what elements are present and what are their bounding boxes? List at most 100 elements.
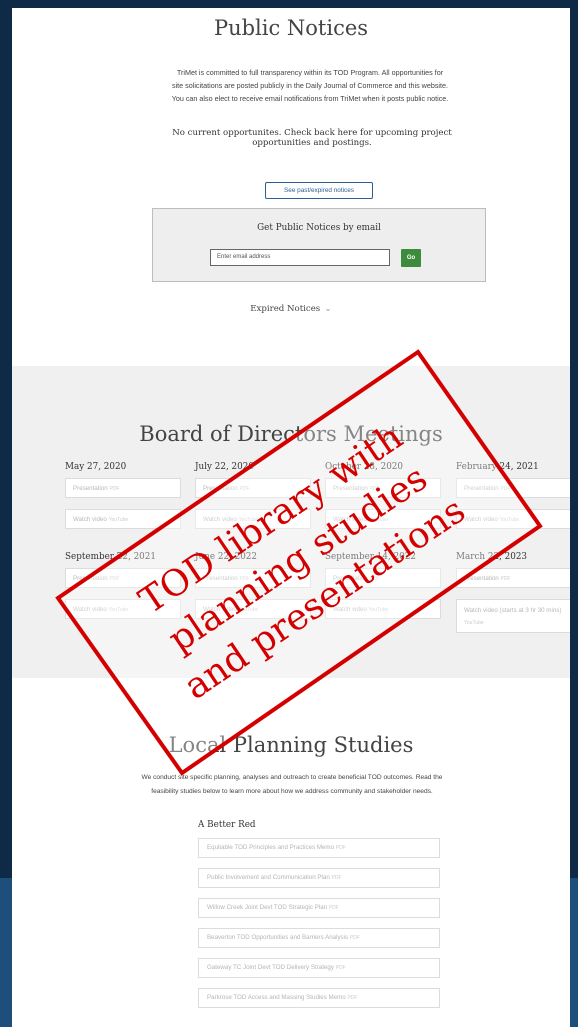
link-text: Watch video <box>203 516 237 523</box>
link-text: Watch video <box>73 516 107 523</box>
link-text: Watch video <box>203 606 237 613</box>
meeting-date: May 27, 2020 <box>65 462 127 472</box>
watch-video-link[interactable]: Watch video YouTube <box>65 509 181 529</box>
pdf-tag: PDF <box>328 905 339 911</box>
pdf-tag: PDF <box>109 486 120 492</box>
pdf-tag: PDF <box>369 486 380 492</box>
watch-video-link[interactable]: Watch video (starts at 3 hr 30 mins) You… <box>456 599 570 633</box>
watch-video-link[interactable]: Watch video YouTube <box>325 509 441 529</box>
presentation-link[interactable]: Presentation PDF <box>65 568 181 588</box>
pdf-tag: PDF <box>349 935 360 941</box>
youtube-tag: YouTube <box>108 517 129 523</box>
no-opportunities-line: No current opportunites. Check back here… <box>172 128 452 138</box>
pdf-tag: PDF <box>109 576 120 582</box>
pdf-tag: PDF <box>239 486 250 492</box>
link-text: Presentation <box>73 485 108 492</box>
presentation-link[interactable]: Presentation PDF <box>325 568 441 588</box>
expired-notices-toggle[interactable]: Expired Notices ⌄ <box>12 304 570 314</box>
email-signup-box: Get Public Notices by email Enter email … <box>152 208 486 282</box>
no-opportunities-line: opportunities and postings. <box>252 138 372 148</box>
presentation-link[interactable]: Presentation PDF <box>456 568 570 588</box>
meeting-date: March 22, 2023 <box>456 552 528 562</box>
frame-left <box>0 0 12 1027</box>
link-text: Presentation <box>333 575 368 582</box>
planning-studies-intro: We conduct site specific planning, analy… <box>96 771 488 799</box>
pdf-tag: PDF <box>500 486 511 492</box>
watch-video-link[interactable]: Watch video YouTube <box>195 509 311 529</box>
youtube-tag: YouTube <box>238 607 259 613</box>
link-text: Watch video (starts at 3 hr 30 mins) <box>464 607 562 614</box>
email-input[interactable]: Enter email address <box>210 249 390 266</box>
expired-notices-label: Expired Notices <box>250 304 321 314</box>
board-meetings-section: Board of Directors Meetings May 27, 2020… <box>12 366 570 678</box>
intro-line: feasibility studies below to learn more … <box>151 788 433 795</box>
pdf-tag: PDF <box>347 995 358 1001</box>
pdf-tag: PDF <box>331 875 342 881</box>
link-text: Watch video <box>73 606 107 613</box>
study-title: Gateway TC Joint Devt TOD Delivery Strat… <box>207 964 334 971</box>
intro-line: You can also elect to receive email noti… <box>171 94 449 103</box>
youtube-tag: YouTube <box>499 517 520 523</box>
meeting-card: October 28, 2020 Presentation PDF Watch … <box>325 460 441 529</box>
study-link[interactable]: Gateway TC Joint Devt TOD Delivery Strat… <box>198 958 440 978</box>
presentation-link[interactable]: Presentation PDF <box>65 478 181 498</box>
presentation-link[interactable]: Presentation PDF <box>195 568 311 588</box>
link-text: Watch video <box>333 516 367 523</box>
watch-video-link[interactable]: Watch video YouTube <box>456 509 570 529</box>
study-link[interactable]: Willow Creek Joint Devt TOD Strategic Pl… <box>198 898 440 918</box>
pdf-tag: PDF <box>335 965 346 971</box>
go-button[interactable]: Go <box>401 249 421 267</box>
meeting-card: May 27, 2020 Presentation PDF Watch vide… <box>65 460 181 529</box>
study-title: Equitable TOD Principles and Practices M… <box>207 844 335 851</box>
page-content: Public Notices TriMet is committed to fu… <box>12 8 570 1027</box>
presentation-link[interactable]: Presentation PDF <box>456 478 570 498</box>
chevron-down-icon: ⌄ <box>324 304 332 314</box>
meeting-date: July 22, 2020 <box>195 462 254 472</box>
watch-video-link[interactable]: Watch video YouTube <box>325 599 441 619</box>
pdf-tag: PDF <box>500 576 511 582</box>
watch-video-link[interactable]: Watch video YouTube <box>195 599 311 619</box>
study-link[interactable]: Parkrose TOD Access and Massing Studies … <box>198 988 440 1008</box>
meeting-date: September 14, 2022 <box>325 552 416 562</box>
intro-line: We conduct site specific planning, analy… <box>141 774 443 781</box>
public-notices-title: Public Notices <box>213 16 369 40</box>
youtube-tag: YouTube <box>368 517 389 523</box>
link-text: Presentation <box>73 575 108 582</box>
board-meetings-title: Board of Directors Meetings <box>139 422 443 446</box>
presentation-link[interactable]: Presentation PDF <box>325 478 441 498</box>
meeting-card: July 22, 2020 Presentation PDF Watch vid… <box>195 460 311 529</box>
youtube-tag: YouTube <box>108 607 129 613</box>
pdf-tag: PDF <box>369 576 380 582</box>
frame-top <box>0 0 578 8</box>
intro-line: TriMet is committed to full transparency… <box>176 68 444 77</box>
watch-video-link[interactable]: Watch video YouTube <box>65 599 181 619</box>
link-text: Watch video <box>333 606 367 613</box>
meeting-card: June 22, 2022 Presentation PDF Watch vid… <box>195 550 311 619</box>
pdf-tag: PDF <box>239 576 250 582</box>
study-link[interactable]: Public Involvement and Communication Pla… <box>198 868 440 888</box>
link-text: Watch video <box>464 516 498 523</box>
see-past-notices-button[interactable]: See past/expired notices <box>265 182 373 199</box>
youtube-tag: YouTube <box>368 607 389 613</box>
meeting-card: September 14, 2022 Presentation PDF Watc… <box>325 550 441 619</box>
link-text: Presentation <box>333 485 368 492</box>
study-group-title: A Better Red <box>198 820 256 830</box>
link-text: Presentation <box>464 485 499 492</box>
meeting-card: February 24, 2021 Presentation PDF Watch… <box>456 460 570 529</box>
intro-line: site solicitations are posted publicly i… <box>171 81 449 90</box>
study-link[interactable]: Beaverton TOD Opportunities and Barriers… <box>198 928 440 948</box>
meeting-date: February 24, 2021 <box>456 462 539 472</box>
frame-right <box>570 0 578 878</box>
youtube-tag: YouTube <box>238 517 259 523</box>
pdf-tag: PDF <box>335 845 346 851</box>
link-text: Presentation <box>464 575 499 582</box>
presentation-link[interactable]: Presentation PDF <box>195 478 311 498</box>
study-title: Beaverton TOD Opportunities and Barriers… <box>207 934 349 941</box>
study-title: Public Involvement and Communication Pla… <box>207 874 330 881</box>
email-signup-title: Get Public Notices by email <box>257 223 381 233</box>
meeting-card: March 22, 2023 Presentation PDF Watch vi… <box>456 550 570 633</box>
meeting-card: September 22, 2021 Presentation PDF Watc… <box>65 550 181 619</box>
planning-studies-title: Local Planning Studies <box>168 733 414 757</box>
no-opportunities-message: No current opportunites. Check back here… <box>132 128 492 148</box>
study-link[interactable]: Equitable TOD Principles and Practices M… <box>198 838 440 858</box>
